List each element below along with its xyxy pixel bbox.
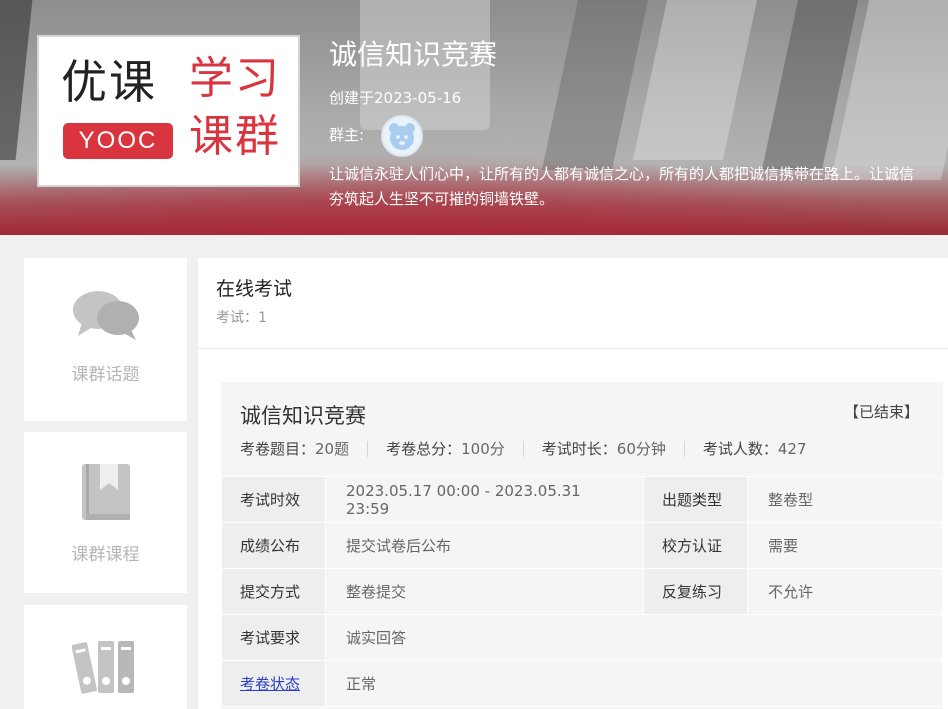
stat-value: 100分 xyxy=(461,440,505,458)
banner-bg-shape xyxy=(632,0,758,160)
info-key: 提交方式 xyxy=(221,568,326,615)
group-logo: 优课 YOOC 学习 课群 xyxy=(37,35,300,187)
stat-label: 考卷题目： xyxy=(240,440,316,458)
binders-icon xyxy=(72,641,134,694)
stat-value: 427 xyxy=(777,440,807,458)
stat-value: 20题 xyxy=(315,440,350,458)
section-divider xyxy=(198,348,948,349)
info-key-cell: 考卷状态 xyxy=(221,660,326,707)
info-value: 正常 xyxy=(325,660,943,707)
info-value: 诚实回答 xyxy=(325,614,943,661)
paper-status-link[interactable]: 考卷状态 xyxy=(240,675,300,693)
banner-bg-shape xyxy=(0,0,33,160)
info-value: 需要 xyxy=(747,522,943,569)
main-panel: 在线考试 考试：1 诚信知识竞赛 【已结束】 考卷题目：20题 考卷总分：100… xyxy=(198,258,948,709)
book-icon xyxy=(82,464,130,520)
table-row: 考试时效 2023.05.17 00:00 - 2023.05.31 23:59… xyxy=(221,476,943,523)
owner-avatar[interactable] xyxy=(381,115,423,157)
logo-text-kequn: 课群 xyxy=(189,111,281,162)
avatar-icon xyxy=(389,123,415,150)
stat-question-count: 考卷题目：20题 xyxy=(240,438,349,459)
info-value: 整卷型 xyxy=(747,476,943,523)
logo-text-youke: 优课 xyxy=(61,55,157,109)
logo-text-yooc: YOOC xyxy=(63,123,173,159)
stat-value: 60分钟 xyxy=(616,440,666,458)
exam-stats: 考卷题目：20题 考卷总分：100分 考试时长：60分钟 考试人数：427 xyxy=(240,438,807,459)
sidebar-item-courses[interactable]: 课群课程 xyxy=(24,432,187,593)
stat-divider xyxy=(683,440,685,457)
info-value: 提交试卷后公布 xyxy=(325,522,644,569)
owner-label: 群主: xyxy=(329,126,365,144)
created-date: 创建于2023-05-16 xyxy=(329,89,462,107)
group-title: 诚信知识竞赛 xyxy=(329,38,498,71)
table-row: 提交方式 整卷提交 反复练习 不允许 xyxy=(221,568,943,615)
info-value: 2023.05.17 00:00 - 2023.05.31 23:59 xyxy=(325,476,644,523)
stat-label: 考试时长： xyxy=(541,440,617,458)
info-key: 出题类型 xyxy=(643,476,748,523)
exam-info-table: 考试时效 2023.05.17 00:00 - 2023.05.31 23:59… xyxy=(221,476,943,707)
chat-bubbles-icon xyxy=(73,291,139,340)
info-key: 反复练习 xyxy=(643,568,748,615)
exam-card[interactable]: 诚信知识竞赛 【已结束】 考卷题目：20题 考卷总分：100分 考试时长：60分… xyxy=(221,382,943,709)
stat-participants: 考试人数：427 xyxy=(703,438,807,459)
stat-duration: 考试时长：60分钟 xyxy=(542,438,666,459)
stat-divider xyxy=(522,440,524,457)
sidebar-item-files[interactable] xyxy=(24,605,187,709)
stat-divider xyxy=(367,440,369,457)
info-key: 校方认证 xyxy=(643,522,748,569)
sidebar-item-label: 课群课程 xyxy=(71,545,140,565)
info-value: 整卷提交 xyxy=(325,568,644,615)
table-row: 考试要求 诚实回答 xyxy=(221,614,943,661)
exam-count: 考试：1 xyxy=(216,310,267,326)
stat-label: 考试人数： xyxy=(702,440,778,458)
stat-label: 考卷总分： xyxy=(386,440,462,458)
info-value: 不允许 xyxy=(747,568,943,615)
group-banner: 优课 YOOC 学习 课群 诚信知识竞赛 创建于2023-05-16 群主: 让… xyxy=(0,0,948,235)
banner-bg-shape xyxy=(541,0,649,170)
sidebar-item-topics[interactable]: 课群话题 xyxy=(24,258,187,421)
info-key: 考试时效 xyxy=(221,476,326,523)
stat-total-score: 考卷总分：100分 xyxy=(386,438,505,459)
info-key: 考试要求 xyxy=(221,614,326,661)
description-line: 夯筑起人生坚不可摧的铜墙铁壁。 xyxy=(329,190,555,208)
table-row: 考卷状态 正常 xyxy=(221,660,943,707)
section-title: 在线考试 xyxy=(216,278,293,300)
info-key: 成绩公布 xyxy=(221,522,326,569)
group-description: 让诚信永驻人们心中，让所有的人都有诚信之心，所有的人都把诚信携带在路上。让诚信 … xyxy=(329,162,948,212)
description-line: 让诚信永驻人们心中，让所有的人都有诚信之心，所有的人都把诚信携带在路上。让诚信 xyxy=(329,165,915,183)
table-row: 成绩公布 提交试卷后公布 校方认证 需要 xyxy=(221,522,943,569)
exam-title[interactable]: 诚信知识竞赛 xyxy=(240,400,366,430)
logo-text-xuexi: 学习 xyxy=(189,53,281,104)
exam-status-badge: 【已结束】 xyxy=(843,403,919,421)
sidebar-item-label: 课群话题 xyxy=(71,365,140,385)
